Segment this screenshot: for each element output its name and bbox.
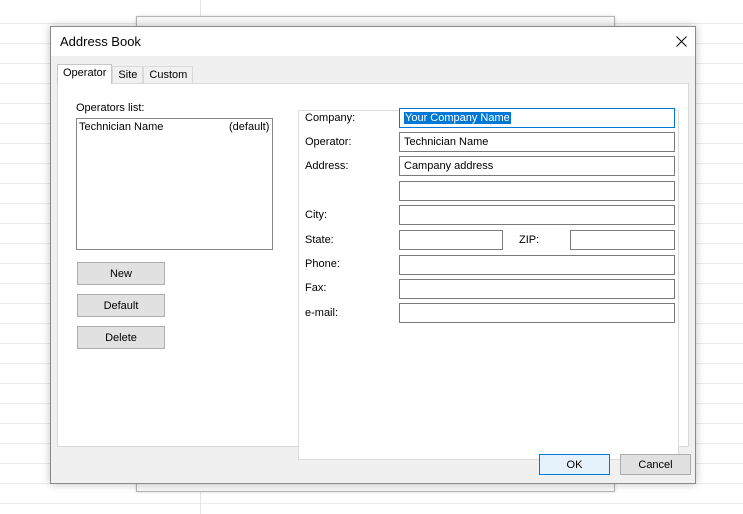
tab-site[interactable]: Site <box>112 66 144 83</box>
delete-button[interactable]: Delete <box>77 326 165 349</box>
operator-label: Operator: <box>305 136 352 148</box>
fax-field[interactable] <box>399 279 675 299</box>
city-field[interactable] <box>399 205 675 225</box>
close-button[interactable] <box>667 27 695 56</box>
operator-field[interactable]: Technician Name <box>399 132 675 152</box>
address-book-dialog: Address Book Operator Site Custom Operat… <box>50 26 696 484</box>
operator-name: Technician Name <box>79 121 164 133</box>
company-value: Your Company Name <box>404 112 511 124</box>
tab-operator[interactable]: Operator <box>57 64 113 84</box>
company-label: Company: <box>305 112 356 124</box>
default-button[interactable]: Default <box>77 294 165 317</box>
address-field[interactable]: Campany address <box>399 156 675 176</box>
address-line2-field[interactable] <box>399 181 675 201</box>
title-bar[interactable]: Address Book <box>51 27 695 56</box>
tab-strip: Operator Site Custom <box>57 64 194 84</box>
window-title: Address Book <box>60 34 141 49</box>
default-tag: (default) <box>229 121 270 133</box>
phone-field[interactable] <box>399 255 675 275</box>
operators-listbox[interactable]: Technician Name (default) <box>76 118 273 250</box>
company-field[interactable]: Your Company Name <box>399 108 675 128</box>
close-icon <box>675 36 687 47</box>
phone-label: Phone: <box>305 258 340 270</box>
ok-button[interactable]: OK <box>539 454 610 475</box>
address-label: Address: <box>305 160 349 172</box>
zip-label: ZIP: <box>519 234 540 246</box>
fax-label: Fax: <box>305 282 327 294</box>
state-field[interactable] <box>399 230 503 250</box>
operators-list-label: Operators list: <box>76 102 145 114</box>
email-field[interactable] <box>399 303 675 323</box>
email-label: e-mail: <box>305 307 339 319</box>
tab-custom[interactable]: Custom <box>143 66 194 83</box>
city-label: City: <box>305 209 327 221</box>
operator-tab-panel: Operators list: Technician Name (default… <box>57 83 689 460</box>
cancel-button[interactable]: Cancel <box>620 454 691 475</box>
zip-field[interactable] <box>570 230 675 250</box>
new-button[interactable]: New <box>77 262 165 285</box>
list-item[interactable]: Technician Name (default) <box>79 121 269 135</box>
state-label: State: <box>305 234 334 246</box>
